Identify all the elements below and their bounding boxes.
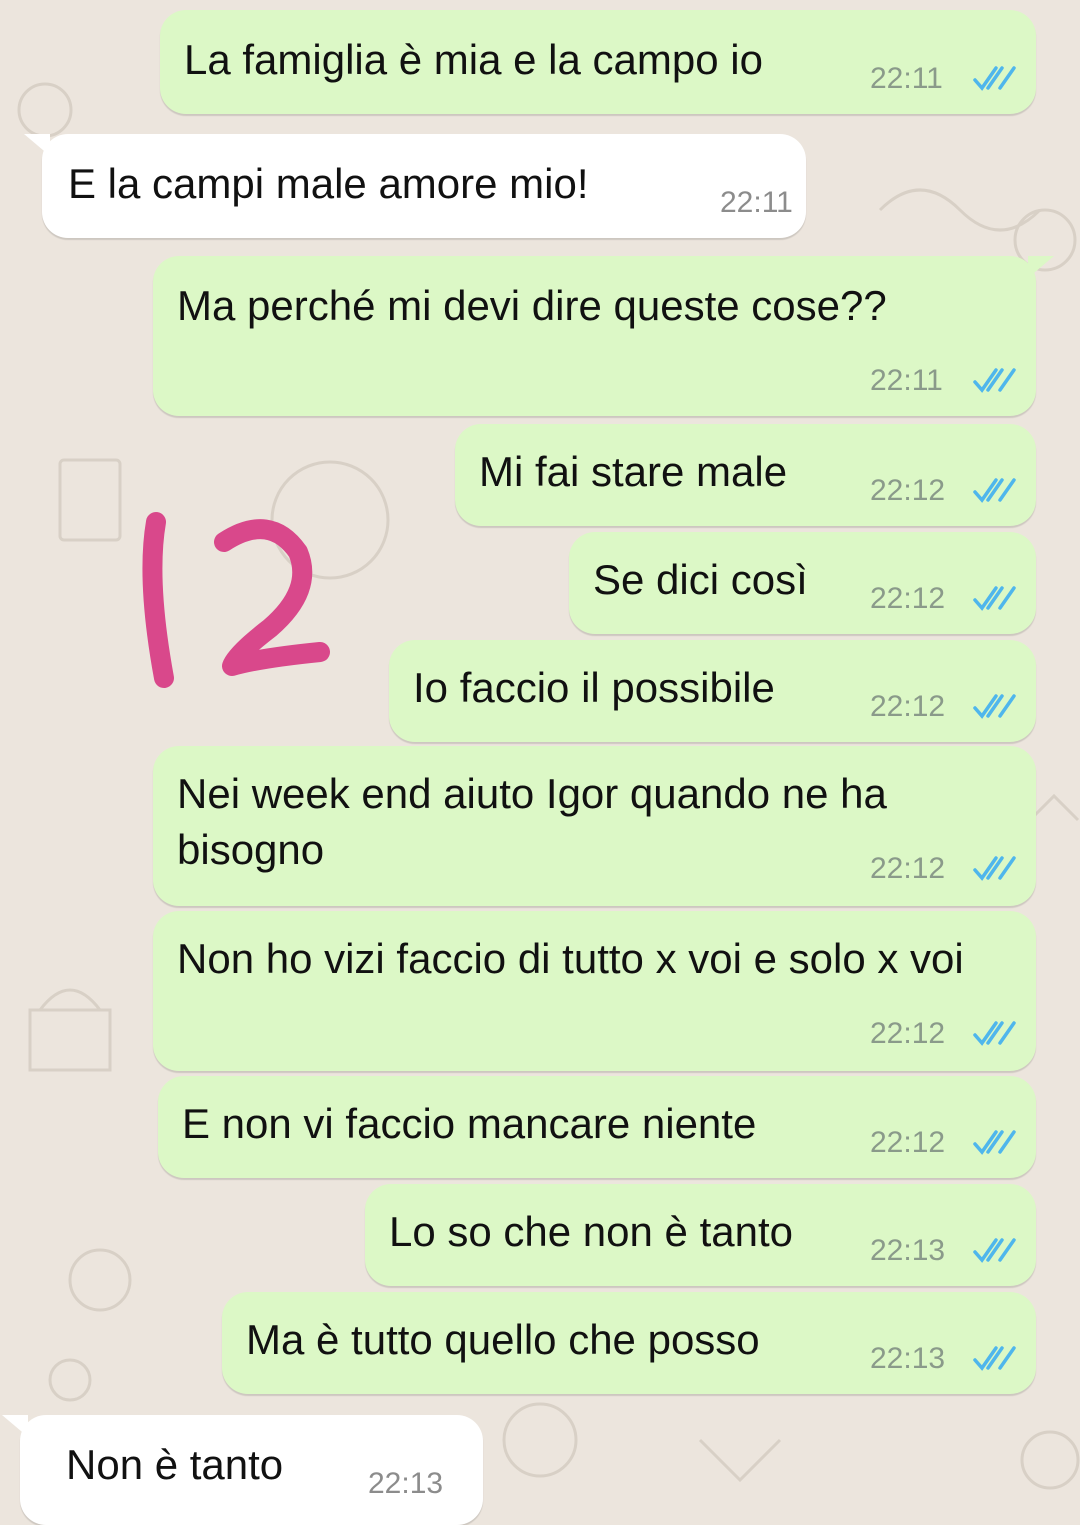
message-bubble-outgoing[interactable]: Se dici così 22:12 (569, 532, 1036, 634)
message-text: Ma perché mi devi dire queste cose?? (177, 282, 887, 329)
message-time: 22:13 (870, 1234, 946, 1267)
double-check-read-icon (973, 66, 1016, 91)
double-check-read-icon (973, 1130, 1016, 1155)
message-time: 22:12 (870, 1126, 946, 1159)
double-check-read-icon (973, 478, 1016, 503)
message-time: 22:11 (870, 364, 943, 397)
message-text: Non è tanto (66, 1441, 284, 1488)
message-bubble-outgoing[interactable]: Io faccio il possibile 22:12 (389, 640, 1036, 742)
message-time: 22:12 (870, 474, 946, 507)
message-bubble-outgoing[interactable]: Nei week end aiuto Igor quando ne ha bis… (153, 746, 1036, 906)
message-time: 22:12 (870, 582, 946, 615)
message-time: 22:12 (870, 852, 946, 885)
message-text: Mi fai stare male (479, 448, 788, 495)
message-bubble-outgoing[interactable]: Lo so che non è tanto 22:13 (365, 1184, 1036, 1286)
double-check-read-icon (973, 368, 1016, 393)
message-text: Lo so che non è tanto (389, 1208, 793, 1255)
message-time: 22:13 (870, 1342, 946, 1375)
bubble-tail (2, 1415, 28, 1437)
message-text: E la campi male amore mio! (68, 160, 589, 207)
message-text: E non vi faccio mancare niente (182, 1100, 757, 1147)
double-check-read-icon (973, 1346, 1016, 1371)
message-bubble-outgoing[interactable]: La famiglia è mia e la campo io 22:11 (160, 10, 1036, 114)
message-text: La famiglia è mia e la campo io (184, 36, 763, 83)
message-bubble-outgoing[interactable]: Ma è tutto quello che posso 22:13 (222, 1292, 1036, 1394)
double-check-read-icon (973, 1238, 1016, 1263)
double-check-read-icon (973, 1021, 1016, 1046)
message-text: Io faccio il possibile (413, 664, 775, 711)
message-time: 22:11 (870, 62, 943, 95)
message-time: 22:11 (720, 186, 793, 219)
message-time: 22:13 (368, 1467, 444, 1500)
message-bubble-outgoing[interactable]: E non vi faccio mancare niente 22:12 (158, 1076, 1036, 1178)
bubble-tail (24, 134, 50, 156)
message-bubble-outgoing[interactable]: Ma perché mi devi dire queste cose?? 22:… (153, 256, 1054, 416)
double-check-read-icon (973, 856, 1016, 881)
message-text: Ma è tutto quello che posso (246, 1316, 760, 1363)
handwritten-number-annotation (142, 512, 330, 688)
double-check-read-icon (973, 586, 1016, 611)
bubble-tail (1028, 256, 1054, 278)
message-time: 22:12 (870, 1017, 946, 1050)
message-text: Se dici così (593, 556, 808, 603)
message-time: 22:12 (870, 690, 946, 723)
message-bubble-incoming[interactable]: Non è tanto 22:13 (2, 1415, 483, 1525)
message-text: Non ho vizi faccio di tutto x voi e solo… (177, 935, 964, 982)
double-check-read-icon (973, 694, 1016, 719)
message-bubble-outgoing[interactable]: Mi fai stare male 22:12 (455, 424, 1036, 526)
message-bubble-incoming[interactable]: E la campi male amore mio! 22:11 (24, 134, 806, 238)
message-bubble-outgoing[interactable]: Non ho vizi faccio di tutto x voi e solo… (153, 911, 1036, 1071)
